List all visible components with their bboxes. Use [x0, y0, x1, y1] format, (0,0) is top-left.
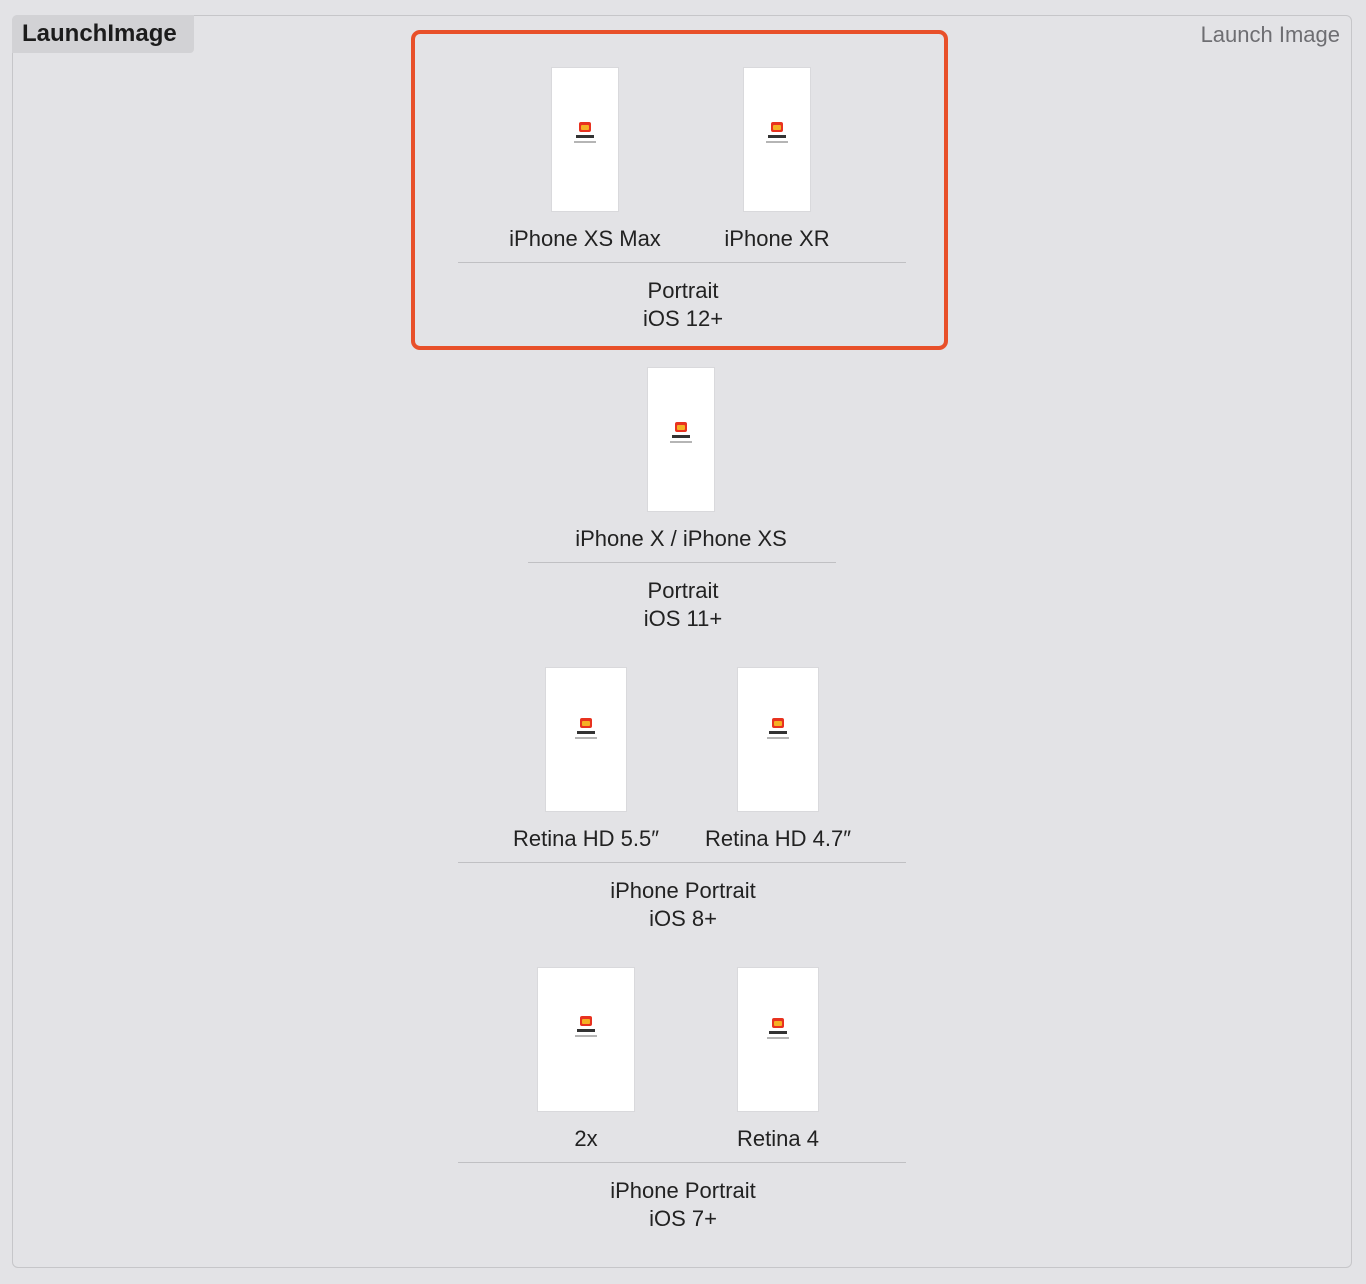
selection-highlight — [411, 30, 948, 350]
group-ios-version: iOS 7+ — [649, 1206, 717, 1231]
logo-subtext — [767, 1037, 789, 1039]
app-logo-icon — [580, 1016, 592, 1026]
logo-subtext — [767, 737, 789, 739]
logo-text — [577, 1029, 595, 1032]
asset-kind-label: Launch Image — [1200, 22, 1340, 47]
group-divider — [458, 862, 906, 863]
logo-text — [577, 731, 595, 734]
slot-label: iPhone X / iPhone XS — [575, 526, 787, 551]
launch-image-slot-retina-4[interactable] — [738, 968, 818, 1111]
slot-label: Retina HD 5.5″ — [513, 826, 659, 851]
image-set-name[interactable]: LaunchImage — [12, 15, 194, 53]
logo-text — [672, 435, 690, 438]
app-logo-icon — [580, 718, 592, 728]
logo-subtext — [575, 1035, 597, 1037]
group-ios-version: iOS 11+ — [643, 606, 723, 631]
logo-text — [769, 1031, 787, 1034]
slot-label: Retina 4 — [737, 1126, 819, 1151]
group-orientation: iPhone Portrait — [610, 1178, 756, 1203]
app-logo-icon — [772, 1018, 784, 1028]
app-logo-icon — [675, 422, 687, 432]
group-orientation: iPhone Portrait — [610, 878, 756, 903]
launch-image-slot-2x[interactable] — [538, 968, 634, 1111]
launch-image-slot-retina-hd-47[interactable] — [738, 668, 818, 811]
logo-subtext — [670, 441, 692, 443]
logo-text — [769, 731, 787, 734]
launch-image-slot-retina-hd-55[interactable] — [546, 668, 626, 811]
group-orientation: Portrait — [647, 578, 719, 603]
group-divider — [528, 562, 836, 563]
logo-subtext — [575, 737, 597, 739]
app-logo-icon — [772, 718, 784, 728]
group-divider — [458, 1162, 906, 1163]
group-ios-version: iOS 8+ — [649, 906, 717, 931]
slot-label: Retina HD 4.7″ — [705, 826, 851, 851]
launch-image-slot-iphone-x[interactable] — [648, 368, 714, 511]
slot-label: 2x — [574, 1126, 598, 1151]
